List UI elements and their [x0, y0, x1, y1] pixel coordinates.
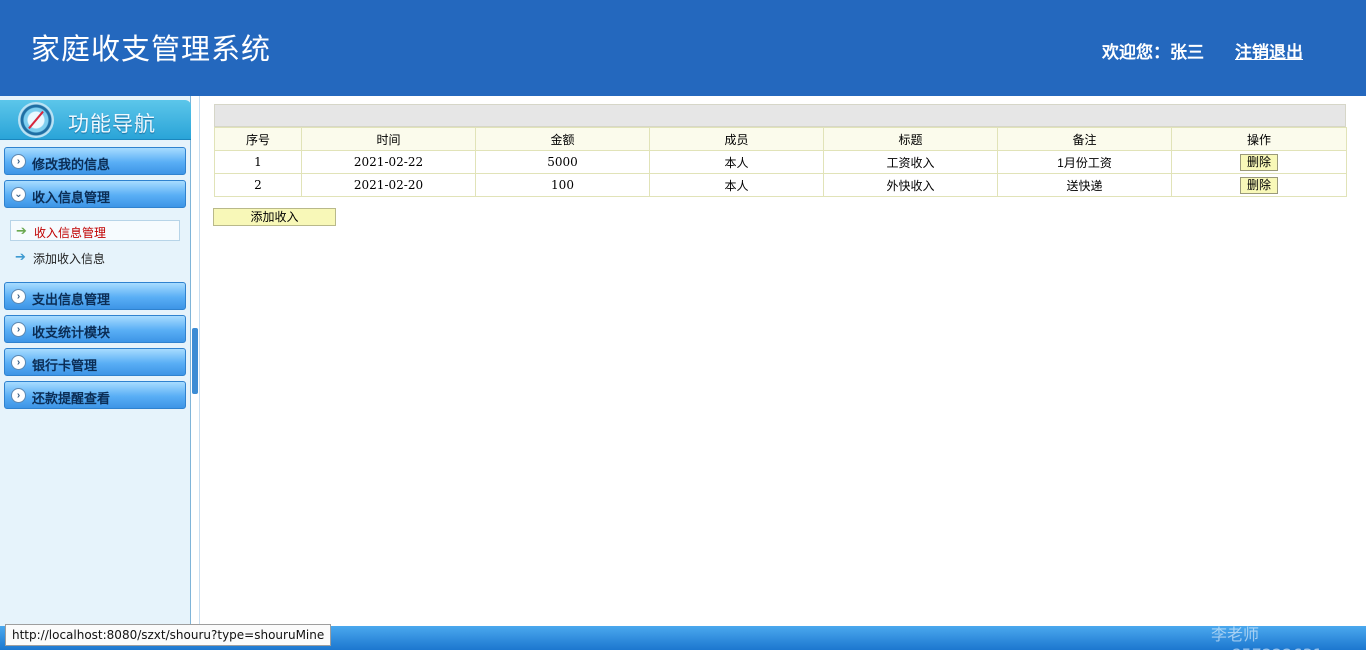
cell-date: 2021-02-20 [301, 173, 476, 197]
chevron-right-icon: › [11, 154, 26, 169]
submenu-income-list[interactable]: ➔ 收入信息管理 [10, 220, 180, 241]
delete-button[interactable]: 删除 [1239, 153, 1278, 171]
cell-action: 删除 [1171, 173, 1347, 197]
chevron-right-icon: › [11, 289, 26, 304]
nav-title: 功能导航 [68, 112, 156, 136]
menu-label: 收支统计模块 [32, 325, 111, 340]
menu-expense-management[interactable]: › 支出信息管理 [4, 282, 186, 310]
cell-amount: 100 [475, 173, 650, 197]
menu-label: 支出信息管理 [32, 292, 111, 307]
table-title-bar [214, 104, 1346, 127]
chevron-down-icon: ⌄ [11, 187, 26, 202]
cell-note: 送快递 [997, 173, 1172, 197]
welcome-text: 欢迎您：张三 [1102, 43, 1204, 63]
column-header: 标题 [823, 127, 998, 151]
app-title: 家庭收支管理系统 [31, 32, 272, 66]
status-bar-url: http://localhost:8080/szxt/shouru?type=s… [5, 624, 332, 646]
delete-button[interactable]: 删除 [1239, 176, 1278, 194]
submenu-add-income[interactable]: ➔ 添加收入信息 [10, 247, 180, 268]
column-header: 序号 [214, 127, 302, 151]
table-row: 1 2021-02-22 5000 本人 工资收入 1月份工资 删除 [214, 150, 1347, 174]
sidebar-collapse-handle[interactable] [192, 328, 198, 394]
menu-income-management[interactable]: ⌄ 收入信息管理 [4, 180, 186, 208]
submenu-label: 收入信息管理 [34, 226, 107, 240]
sidebar: 功能导航 › 修改我的信息 ⌄ 收入信息管理 ➔ 收入信息管理 ➔ 添加收入信息… [0, 96, 191, 626]
chevron-right-icon: › [11, 388, 26, 403]
cell-member: 本人 [649, 173, 824, 197]
nav-header: 功能导航 [0, 100, 191, 140]
cell-title: 外快收入 [823, 173, 998, 197]
chevron-right-icon: › [11, 322, 26, 337]
column-header: 备注 [997, 127, 1172, 151]
logout-link[interactable]: 注销退出 [1235, 38, 1303, 63]
income-table: 序号 时间 金额 成员 标题 备注 操作 1 2021-02-22 5000 本… [214, 127, 1347, 197]
cell-amount: 5000 [475, 150, 650, 174]
column-header: 时间 [301, 127, 476, 151]
watermark-text: 李老师qq857222631 [1211, 625, 1323, 650]
submenu-label: 添加收入信息 [33, 252, 106, 266]
menu-label: 还款提醒查看 [32, 391, 111, 406]
cell-note: 1月份工资 [997, 150, 1172, 174]
menu-label: 修改我的信息 [32, 157, 111, 172]
table-row: 2 2021-02-20 100 本人 外快收入 送快递 删除 [214, 173, 1347, 197]
column-header: 成员 [649, 127, 824, 151]
cell-no: 2 [214, 173, 302, 197]
cell-no: 1 [214, 150, 302, 174]
column-header: 金额 [475, 127, 650, 151]
arrow-right-icon: ➔ [16, 223, 27, 238]
column-header: 操作 [1171, 127, 1347, 151]
menu-bank-card[interactable]: › 银行卡管理 [4, 348, 186, 376]
menu-repayment-reminder[interactable]: › 还款提醒查看 [4, 381, 186, 409]
menu-label: 银行卡管理 [32, 358, 98, 373]
cell-action: 删除 [1171, 150, 1347, 174]
cell-member: 本人 [649, 150, 824, 174]
menu-modify-info[interactable]: › 修改我的信息 [4, 147, 186, 175]
main-content: 序号 时间 金额 成员 标题 备注 操作 1 2021-02-22 5000 本… [200, 96, 1366, 626]
add-income-button[interactable]: 添加收入 [213, 208, 336, 226]
table-header-row: 序号 时间 金额 成员 标题 备注 操作 [214, 127, 1347, 151]
app-header: 家庭收支管理系统 欢迎您：张三 注销退出 [0, 0, 1366, 96]
income-table-container: 序号 时间 金额 成员 标题 备注 操作 1 2021-02-22 5000 本… [214, 104, 1347, 197]
cell-title: 工资收入 [823, 150, 998, 174]
menu-statistics[interactable]: › 收支统计模块 [4, 315, 186, 343]
arrow-right-icon: ➔ [15, 249, 26, 264]
chevron-right-icon: › [11, 355, 26, 370]
cell-date: 2021-02-22 [301, 150, 476, 174]
menu-label: 收入信息管理 [32, 190, 111, 205]
compass-icon [18, 102, 54, 138]
